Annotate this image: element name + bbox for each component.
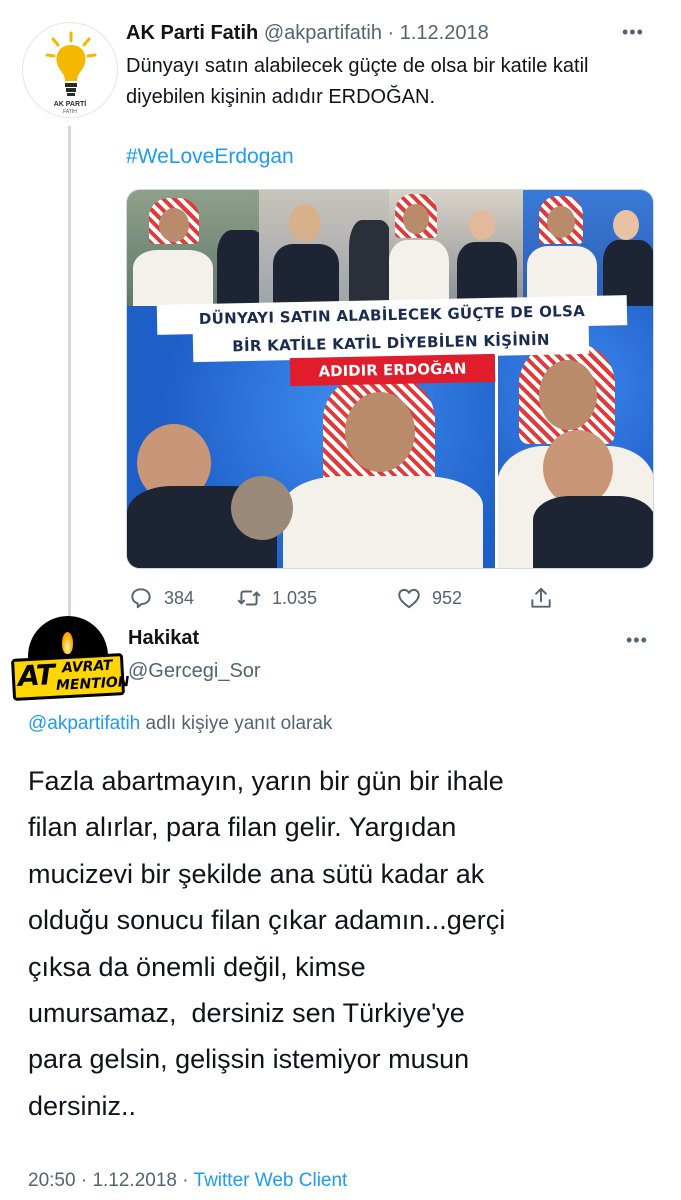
replying-to: @akpartifatih adlı kişiye yanıt olarak bbox=[28, 713, 332, 735]
reply-text-line: mucizevi bir şekilde ana sütü kadar ak bbox=[28, 858, 485, 889]
author-handle[interactable]: @akpartifatih bbox=[264, 22, 382, 44]
retweet-button[interactable]: 1.035 bbox=[236, 582, 317, 614]
avatar-brand-text: AK PARTİ bbox=[53, 101, 87, 108]
image-cell bbox=[127, 190, 259, 306]
retweet-count: 1.035 bbox=[272, 587, 318, 608]
header-separator: · bbox=[387, 22, 395, 44]
tweet-image[interactable]: DÜNYAYI SATIN ALABİLECEK GÜÇTE DE OLSA B… bbox=[126, 189, 654, 569]
hashtag-link[interactable]: #WeLoveErdogan bbox=[126, 145, 294, 169]
image-caption-line3: ADIDIR ERDOĞAN bbox=[289, 353, 496, 387]
reply-text-line: olduğu sonucu filan çıkar adamın...gerçi bbox=[28, 905, 506, 936]
image-cell bbox=[389, 190, 523, 306]
author-avatar[interactable]: AK PARTİ FATİH bbox=[22, 22, 118, 118]
reply-button[interactable]: 384 bbox=[128, 582, 194, 614]
reply-text-line: filan alırlar, para filan gelir. Yargıda… bbox=[28, 812, 457, 843]
tweet-header: AK Parti Fatih @akpartifatih · 1.12.2018 bbox=[126, 20, 489, 46]
footer-separator: · bbox=[80, 1170, 88, 1191]
tweet-date[interactable]: 1.12.2018 bbox=[400, 22, 489, 44]
reply-timestamp: 20:50 · 1.12.2018 · Twitter Web Client bbox=[28, 1170, 347, 1192]
lightbulb-logo-icon bbox=[45, 31, 97, 96]
thread-connector-line bbox=[68, 126, 71, 616]
avatar-brand-subtext: FATİH bbox=[63, 109, 77, 115]
reply-tweet-text: Fazla abartmayın, yarın bir gün bir ihal… bbox=[28, 758, 648, 1129]
avatar-stamp-logo: AT AVRAT MENTION bbox=[10, 653, 130, 701]
reply-text-line: çıksa da önemli değil, kimse bbox=[28, 951, 366, 982]
replying-to-suffix: adlı kişiye yanıt olarak bbox=[145, 713, 333, 734]
reply-text-line: dersiniz.. bbox=[28, 1090, 137, 1121]
retweet-icon bbox=[237, 590, 261, 606]
heart-icon bbox=[398, 588, 420, 609]
reply-date[interactable]: 1.12.2018 bbox=[92, 1170, 177, 1191]
footer-separator: · bbox=[182, 1170, 189, 1191]
reply-count: 384 bbox=[164, 587, 195, 608]
image-top-strip bbox=[127, 190, 653, 306]
reply-text-line: umursamaz, dersiniz sen Türkiye'ye bbox=[28, 998, 465, 1029]
like-button[interactable]: 952 bbox=[396, 582, 462, 614]
reply-time[interactable]: 20:50 bbox=[28, 1170, 76, 1191]
replying-to-mention[interactable]: @akpartifatih bbox=[28, 713, 140, 734]
parent-tweet[interactable]: AK PARTİ FATİH AK Parti Fatih @akpartifa… bbox=[0, 0, 681, 625]
tweet-actions: 384 1.035 952 bbox=[126, 582, 666, 614]
reply-text-line: para gelsin, gelişsin istemiyor musun bbox=[28, 1044, 470, 1075]
image-cell bbox=[523, 190, 653, 306]
candle-flame-icon bbox=[62, 632, 73, 654]
like-count: 952 bbox=[432, 587, 463, 608]
more-options-icon[interactable]: ••• bbox=[622, 22, 644, 43]
reply-icon bbox=[131, 588, 151, 609]
reply-author-handle[interactable]: @Gercegi_Sor bbox=[128, 660, 261, 683]
stamp-text-big: AT bbox=[17, 658, 55, 693]
share-button[interactable] bbox=[528, 582, 554, 614]
author-name[interactable]: AK Parti Fatih bbox=[126, 22, 258, 44]
tweet-client-link[interactable]: Twitter Web Client bbox=[194, 1170, 348, 1191]
share-icon bbox=[531, 587, 551, 608]
stamp-text-top: AVRAT bbox=[61, 657, 113, 677]
reply-more-options-icon[interactable]: ••• bbox=[626, 630, 648, 651]
tweet-text: Dünyayı satın alabilecek güçte de olsa b… bbox=[126, 55, 589, 108]
reply-author-name[interactable]: Hakikat bbox=[128, 627, 199, 650]
image-cell bbox=[259, 190, 389, 306]
reply-text-line: Fazla abartmayın, yarın bir gün bir ihal… bbox=[28, 766, 504, 796]
